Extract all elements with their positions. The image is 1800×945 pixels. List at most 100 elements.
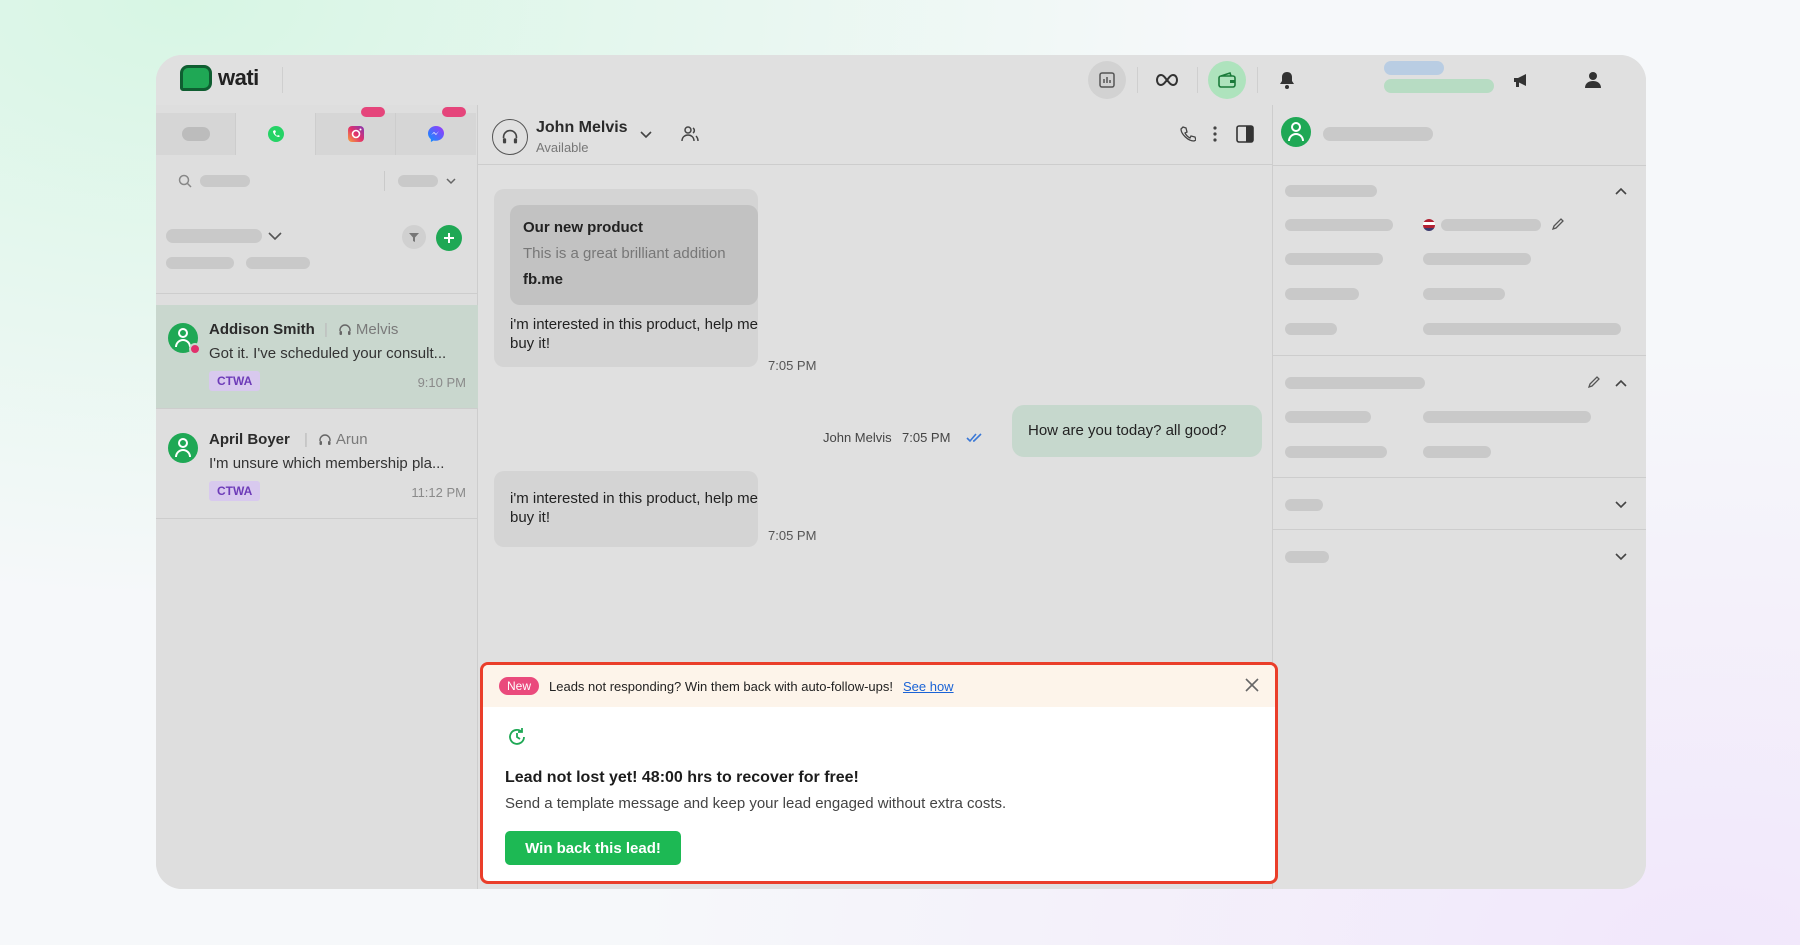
inbox-select-placeholder[interactable] [166,229,262,243]
side-panel-toggle-icon[interactable] [1236,125,1254,143]
chevron-up-icon[interactable] [1615,187,1627,195]
chevron-down-icon[interactable] [1615,501,1627,509]
field-value-placeholder [1423,411,1591,423]
top-bar: wati [156,55,1646,105]
message-text: i'm interested in this product, help me … [510,490,758,526]
search-bar[interactable] [170,167,464,195]
tab-whatsapp[interactable] [236,113,316,155]
card-link[interactable]: fb.me [523,271,563,288]
divider [1197,67,1198,93]
incoming-message: Our new product This is a great brillian… [494,189,758,367]
divider [156,293,478,294]
outgoing-message: How are you today? all good? [1012,405,1262,457]
chevron-down-icon[interactable] [1615,553,1627,561]
contact-name-placeholder [1323,127,1433,141]
analytics-icon [1099,72,1115,88]
field-label-placeholder [1285,219,1393,231]
assigned-agent: | Melvis [324,321,399,338]
assign-users-icon[interactable] [680,125,700,143]
contact-name: April Boyer [209,431,290,448]
search-icon [178,174,192,188]
chevron-down-icon[interactable] [268,231,282,241]
win-back-lead-button[interactable]: Win back this lead! [505,831,681,865]
more-options-icon[interactable] [1212,126,1218,142]
meta-infinity-icon [1155,73,1179,87]
product-card[interactable]: Our new product This is a great brillian… [510,205,758,305]
phone-icon[interactable] [1180,126,1196,142]
message-time: 7:05 PM [768,358,817,373]
wallet-button[interactable] [1208,61,1246,99]
filter-select-placeholder[interactable] [398,175,438,187]
section-title-placeholder [1285,185,1377,197]
agent-avatar [492,119,528,155]
agent-name: Melvis [355,321,399,338]
field-label-placeholder [1285,253,1383,265]
message-time: 7:05 PM [902,430,951,445]
phone-placeholder [1441,219,1541,231]
ctwa-tag: CTWA [209,481,261,501]
message-text: How are you today? all good? [1028,422,1227,439]
filter-button[interactable] [402,225,426,249]
card-title: Our new product [523,219,643,236]
agent-name: Arun [335,431,368,448]
field-value-placeholder [1423,446,1491,458]
field-label-placeholder [1285,323,1337,335]
popup-body: Lead not lost yet! 48:00 hrs to recover … [483,707,1275,881]
conversation-item[interactable]: Addison Smith | Melvis Got it. I've sche… [156,305,478,409]
us-flag-icon [1423,219,1435,231]
field-label-placeholder [1285,288,1359,300]
notifications-button[interactable] [1268,61,1306,99]
announcement-banner: New Leads not responding? Win them back … [483,665,1275,707]
last-message: Got it. I've scheduled your consult... [209,345,447,362]
double-check-icon [966,433,982,443]
divider [282,67,283,93]
message-time: 11:12 PM [411,485,466,500]
user-icon [1585,72,1601,88]
contact-avatar [1281,117,1311,147]
chevron-up-icon[interactable] [1615,379,1627,387]
edit-icon[interactable] [1587,375,1601,389]
megaphone-icon [1514,74,1526,87]
divider [1257,67,1258,93]
unread-badge [361,107,385,117]
popup-title: Lead not lost yet! 48:00 hrs to recover … [505,769,859,786]
section-title-placeholder [1285,551,1329,563]
tab-messenger[interactable] [396,107,476,155]
instagram-icon [347,126,364,142]
ctwa-tag: CTWA [209,371,261,391]
funnel-icon [409,233,419,242]
avatar [168,433,198,463]
meta-button[interactable] [1148,61,1186,99]
analytics-button[interactable] [1088,61,1126,99]
wati-logo[interactable]: wati [180,65,259,91]
close-icon[interactable] [1243,676,1261,694]
message-text: i'm interested in this product, help me … [510,316,758,352]
count-placeholder [246,257,310,269]
chevron-down-icon[interactable] [640,131,652,139]
field-label-placeholder [1285,411,1371,423]
divider [1273,355,1646,356]
see-how-link[interactable]: See how [903,679,954,694]
clock-refresh-icon [509,728,525,745]
incoming-message: i'm interested in this product, help me … [494,471,758,547]
new-conversation-button[interactable] [436,225,462,251]
conversation-list-panel: Addison Smith | Melvis Got it. I've sche… [156,105,478,889]
divider [1273,165,1646,166]
plus-icon [444,233,454,243]
tab-instagram[interactable] [316,107,396,155]
banner-text: Leads not responding? Win them back with… [549,678,893,694]
conversation-item[interactable]: April Boyer | Arun I'm unsure which memb… [156,415,478,519]
new-badge: New [499,677,540,695]
search-placeholder [200,175,250,187]
tab-all-channels[interactable] [156,113,236,155]
announcements-button[interactable] [1502,61,1540,99]
edit-icon[interactable] [1551,217,1565,231]
contact-name: Addison Smith [209,321,315,338]
plan-placeholder [1384,61,1444,75]
divider [1137,67,1138,93]
profile-button[interactable] [1574,61,1612,99]
divider [1273,477,1646,478]
contact-details-panel [1272,105,1646,889]
channel-tabs [156,107,478,155]
lead-recovery-popup: New Leads not responding? Win them back … [480,662,1278,884]
